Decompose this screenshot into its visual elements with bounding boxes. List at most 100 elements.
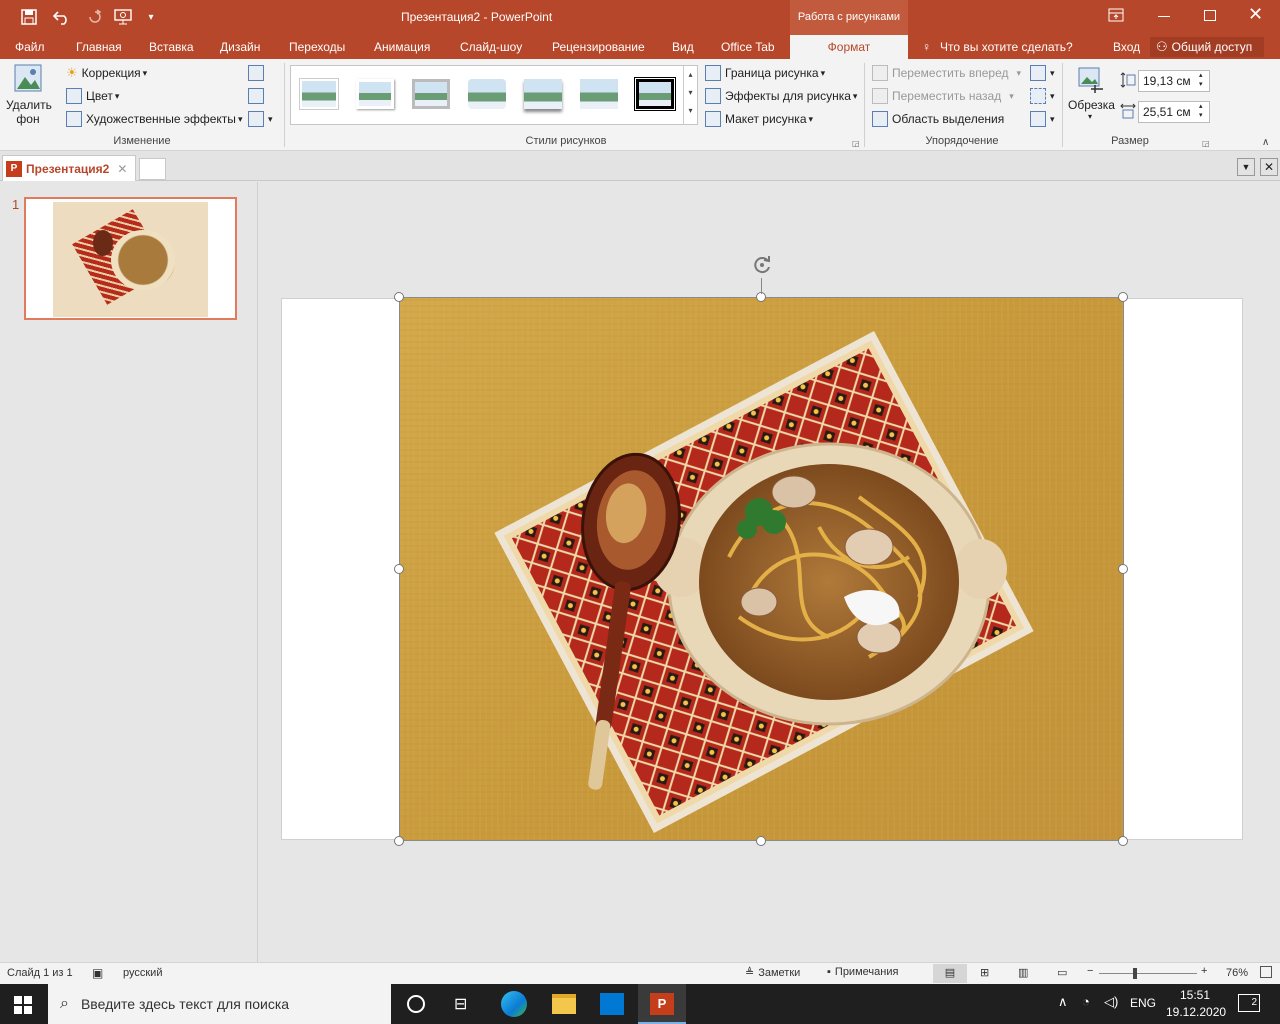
picture-style-7[interactable] xyxy=(633,76,677,112)
rotate-handle-icon[interactable] xyxy=(751,254,773,279)
tab-view[interactable]: Вид xyxy=(672,35,694,59)
file-explorer-icon[interactable] xyxy=(552,994,576,1014)
ribbon-display-icon[interactable] xyxy=(1108,8,1124,25)
edge-icon[interactable] xyxy=(501,991,527,1017)
clock-date[interactable]: 19.12.2020 xyxy=(1166,1005,1226,1019)
picture-effects-button[interactable]: Эффекты для рисунка ▾ xyxy=(705,88,857,104)
document-tab[interactable]: P Презентация2 ✕ xyxy=(2,155,136,181)
picture-style-5[interactable] xyxy=(521,76,565,112)
close-document-icon[interactable]: ✕ xyxy=(1260,158,1278,176)
align-icon[interactable]: ▾ xyxy=(1030,65,1055,81)
language-status[interactable]: русский xyxy=(123,967,162,979)
height-spinner[interactable]: ▴ ▾ xyxy=(1199,71,1203,89)
show-hidden-icons[interactable]: ∧ xyxy=(1058,994,1068,1010)
corrections-button[interactable]: ☀ Коррекция ▾ xyxy=(66,65,147,81)
width-spinner[interactable]: ▴ ▾ xyxy=(1199,102,1203,120)
zoom-in-button[interactable]: + xyxy=(1201,965,1207,977)
resize-handle-s[interactable] xyxy=(756,836,766,846)
reset-picture-icon[interactable]: ▾ xyxy=(248,111,273,127)
tell-me-box[interactable]: Что вы хотите сделать? xyxy=(940,35,1073,59)
normal-view-button[interactable]: ▤ xyxy=(933,964,967,983)
tab-animations[interactable]: Анимация xyxy=(374,35,430,59)
resize-handle-e[interactable] xyxy=(1118,564,1128,574)
border-icon xyxy=(705,65,721,81)
resize-handle-ne[interactable] xyxy=(1118,292,1128,302)
tab-design[interactable]: Дизайн xyxy=(220,35,260,59)
compress-pictures-icon[interactable] xyxy=(248,65,268,84)
resize-handle-w[interactable] xyxy=(394,564,404,574)
store-icon[interactable] xyxy=(600,993,624,1015)
zoom-slider-thumb[interactable] xyxy=(1133,968,1137,979)
new-tab-button[interactable] xyxy=(139,158,166,180)
spellcheck-icon[interactable]: ▣ xyxy=(92,966,103,980)
tab-office-tab[interactable]: Office Tab xyxy=(721,35,775,59)
tab-format[interactable]: Формат xyxy=(790,35,908,59)
collapse-ribbon-icon[interactable]: ∧ xyxy=(1262,137,1269,148)
size-dialog-launcher-icon[interactable]: ◲ xyxy=(1202,139,1210,148)
clock-time[interactable]: 15:51 xyxy=(1180,988,1210,1002)
share-button[interactable]: ⚇ Общий доступ xyxy=(1150,37,1264,57)
save-icon[interactable] xyxy=(18,6,40,28)
picture-style-2[interactable] xyxy=(353,76,397,112)
undo-icon[interactable] xyxy=(50,6,76,28)
minimize-button[interactable] xyxy=(1158,16,1170,17)
gallery-scroll[interactable]: ▴ ▾ ▾ xyxy=(683,66,697,124)
remove-background-button[interactable]: Удалить фон xyxy=(6,63,52,133)
start-slideshow-icon[interactable] xyxy=(112,6,134,28)
bring-forward-icon xyxy=(872,65,888,81)
picture-style-1[interactable] xyxy=(297,76,341,112)
volume-icon[interactable]: ◁) xyxy=(1104,994,1118,1010)
slide-picture[interactable] xyxy=(399,297,1124,841)
slide-thumbnail[interactable] xyxy=(24,197,237,320)
fit-to-window-icon[interactable] xyxy=(1260,966,1272,978)
reading-view-icon[interactable]: ▥ xyxy=(1018,966,1028,979)
slide-sorter-icon[interactable]: ⊞ xyxy=(980,966,989,979)
input-language[interactable]: ENG xyxy=(1130,996,1156,1010)
cortana-icon[interactable] xyxy=(407,995,425,1013)
customize-qat-icon[interactable]: ▾ xyxy=(140,6,162,28)
close-button[interactable]: ✕ xyxy=(1248,4,1263,25)
artistic-effects-button[interactable]: Художественные эффекты ▾ xyxy=(66,111,242,127)
slide-thumbnails-pane: 1 xyxy=(0,182,258,962)
picture-style-3[interactable] xyxy=(409,76,453,112)
windows-start-icon[interactable] xyxy=(14,996,32,1017)
tab-review[interactable]: Рецензирование xyxy=(552,35,645,59)
zoom-slider[interactable] xyxy=(1099,973,1197,974)
tab-list-dropdown[interactable]: ▼ xyxy=(1237,158,1255,176)
picture-style-6[interactable] xyxy=(577,76,621,112)
notifications-icon[interactable]: 2 xyxy=(1238,994,1260,1012)
dialog-launcher-icon[interactable]: ◲ xyxy=(852,139,860,148)
send-backward-button[interactable]: Переместить назад ▾ xyxy=(872,88,1014,104)
change-picture-icon[interactable] xyxy=(248,88,268,107)
picture-layout-button[interactable]: Макет рисунка ▾ xyxy=(705,111,813,127)
slideshow-view-icon[interactable]: ▭ xyxy=(1057,966,1067,979)
selection-pane-button[interactable]: Область выделения xyxy=(872,111,1004,127)
resize-handle-se[interactable] xyxy=(1118,836,1128,846)
bring-forward-button[interactable]: Переместить вперед ▾ xyxy=(872,65,1021,81)
crop-button[interactable]: Обрезка ▾ xyxy=(1068,65,1115,121)
tab-transitions[interactable]: Переходы xyxy=(289,35,345,59)
restore-button[interactable] xyxy=(1204,10,1216,21)
task-view-icon[interactable]: ⊟ xyxy=(454,994,467,1014)
sign-in-link[interactable]: Вход xyxy=(1113,35,1140,59)
tab-slideshow[interactable]: Слайд-шоу xyxy=(460,35,522,59)
zoom-level[interactable]: 76% xyxy=(1226,967,1248,979)
close-tab-icon[interactable]: ✕ xyxy=(117,162,127,176)
tab-home[interactable]: Главная xyxy=(76,35,122,59)
notes-button[interactable]: ≜ Заметки xyxy=(745,966,800,980)
picture-style-4[interactable] xyxy=(465,76,509,112)
color-button[interactable]: Цвет ▾ xyxy=(66,88,119,104)
rotate-icon[interactable]: ▾ xyxy=(1030,111,1055,127)
taskbar-powerpoint[interactable]: P xyxy=(638,984,686,1024)
tab-insert[interactable]: Вставка xyxy=(149,35,194,59)
resize-handle-sw[interactable] xyxy=(394,836,404,846)
taskbar-search-box[interactable]: ⌕ Введите здесь текст для поиска xyxy=(48,984,391,1024)
zoom-out-button[interactable]: − xyxy=(1087,965,1093,977)
redo-icon[interactable] xyxy=(84,6,106,28)
resize-handle-nw[interactable] xyxy=(394,292,404,302)
network-icon[interactable]: ◔ xyxy=(1082,994,1090,1009)
picture-border-button[interactable]: Граница рисунка ▾ xyxy=(705,65,825,81)
group-objects-icon[interactable]: ▾ xyxy=(1030,88,1055,104)
comments-button[interactable]: ▪ Примечания xyxy=(827,966,898,978)
tab-file[interactable]: Файл xyxy=(15,35,45,59)
